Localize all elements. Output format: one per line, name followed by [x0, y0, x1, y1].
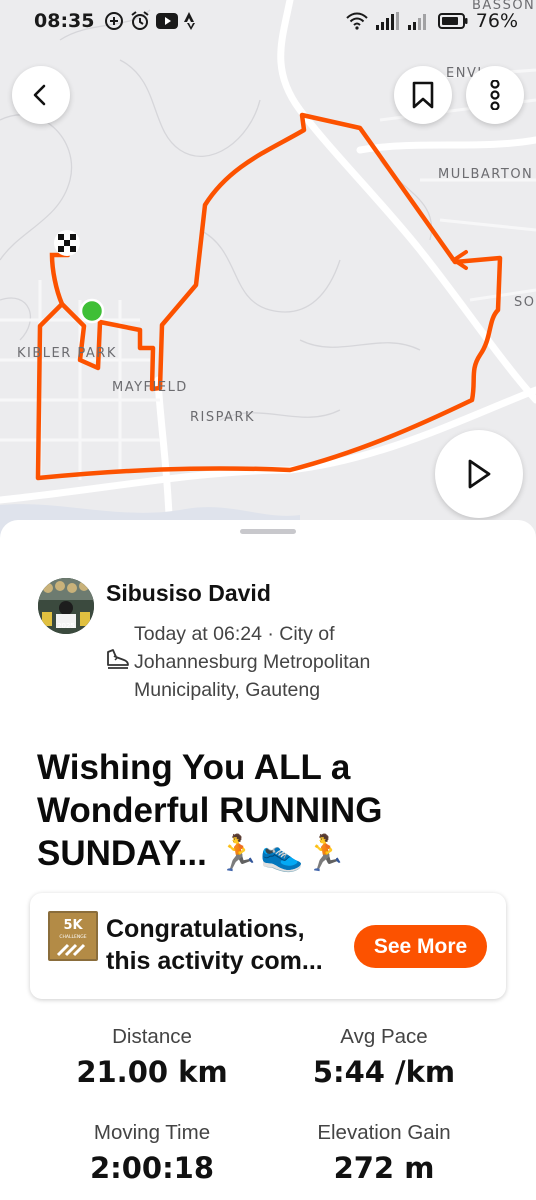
stat-value: 5:44 /km [312, 1055, 456, 1089]
play-icon [468, 459, 491, 489]
contour-line [199, 229, 341, 313]
battery-percent: 76% [475, 10, 518, 32]
activity-title: Wishing You ALL a Wonderful RUNNING SUND… [37, 748, 383, 873]
wifi-icon [346, 12, 368, 30]
status-bar: 08:35 76% [0, 0, 536, 42]
back-button[interactable] [12, 66, 70, 124]
status-notification-icons [104, 11, 198, 31]
activity-sheet: 2025 Sibusiso David Today at 06:24 · Cit… [0, 520, 536, 1200]
road-major [356, 136, 536, 154]
athlete-name[interactable]: Sibusiso David [106, 580, 271, 607]
map-label-mulbarton: MULBARTON [438, 167, 534, 182]
sheet-drag-handle[interactable] [240, 529, 296, 534]
see-more-button[interactable]: See More [354, 925, 487, 968]
stat-moving-time: Moving Time 2:00:18 [18, 1121, 286, 1185]
activity-meta: Today at 06:24 · City of Johannesburg Me… [106, 620, 436, 704]
signal-2-icon [407, 14, 426, 30]
achievement-card[interactable]: 5K CHALLENGE Congratulations, this activ… [30, 893, 506, 999]
stat-avg-pace: Avg Pace 5:44 /km [250, 1025, 518, 1089]
status-time: 08:35 [34, 10, 95, 32]
badge-title: 5K [63, 918, 83, 933]
stat-label: Distance [112, 1025, 192, 1048]
youtube-icon [156, 13, 179, 29]
map-label-mayfield: MAYFIELD [112, 380, 188, 395]
battery-icon [437, 13, 468, 29]
achievement-line-2: this activity com... [106, 947, 323, 975]
street [439, 218, 536, 232]
avatar-year: 2025 [57, 622, 75, 630]
contour-line [119, 59, 261, 157]
stat-value: 272 m [333, 1151, 435, 1185]
start-marker [79, 298, 105, 324]
more-options-button[interactable] [466, 66, 524, 124]
stat-distance: Distance 21.00 km [18, 1025, 286, 1089]
more-vertical-icon [490, 80, 500, 110]
challenge-badge-icon: 5K CHALLENGE [48, 911, 98, 961]
avatar[interactable]: 2025 [38, 578, 94, 634]
achievement-line-1: Congratulations, [106, 915, 305, 943]
bookmark-icon [412, 81, 434, 109]
checkered-flag-icon [54, 230, 80, 256]
stat-label: Moving Time [93, 1121, 211, 1144]
route-path [35, 112, 503, 481]
stat-value: 2:00:18 [89, 1151, 215, 1185]
achievement-text: Congratulations, this activity com... [106, 913, 356, 977]
route-finish-leg [49, 252, 71, 307]
badge-subtitle: CHALLENGE [59, 934, 86, 940]
map-label-rispark: RISPARK [190, 410, 256, 425]
map-label-so: SO [514, 295, 536, 310]
map-label-kibler-park: KIBLER PARK [17, 346, 117, 361]
activity-time-location: Today at 06:24 · City of Johannesburg Me… [134, 623, 371, 701]
stat-label: Elevation Gain [317, 1121, 451, 1144]
stat-value: 21.00 km [76, 1055, 228, 1089]
replay-flyover-button[interactable] [435, 430, 523, 518]
athlete-header[interactable]: 2025 Sibusiso David [38, 578, 271, 634]
strava-icon [184, 12, 196, 30]
alarm-icon [131, 11, 150, 30]
shoe-icon [106, 620, 134, 704]
status-right: 76% [346, 10, 518, 32]
vpn-icon [105, 12, 124, 30]
stat-label: Avg Pace [340, 1025, 428, 1048]
chevron-left-icon [33, 84, 46, 106]
stat-elevation-gain: Elevation Gain 272 m [250, 1121, 518, 1185]
signal-icon [375, 12, 399, 30]
bookmark-button[interactable] [394, 66, 452, 124]
contour-line [299, 339, 421, 351]
